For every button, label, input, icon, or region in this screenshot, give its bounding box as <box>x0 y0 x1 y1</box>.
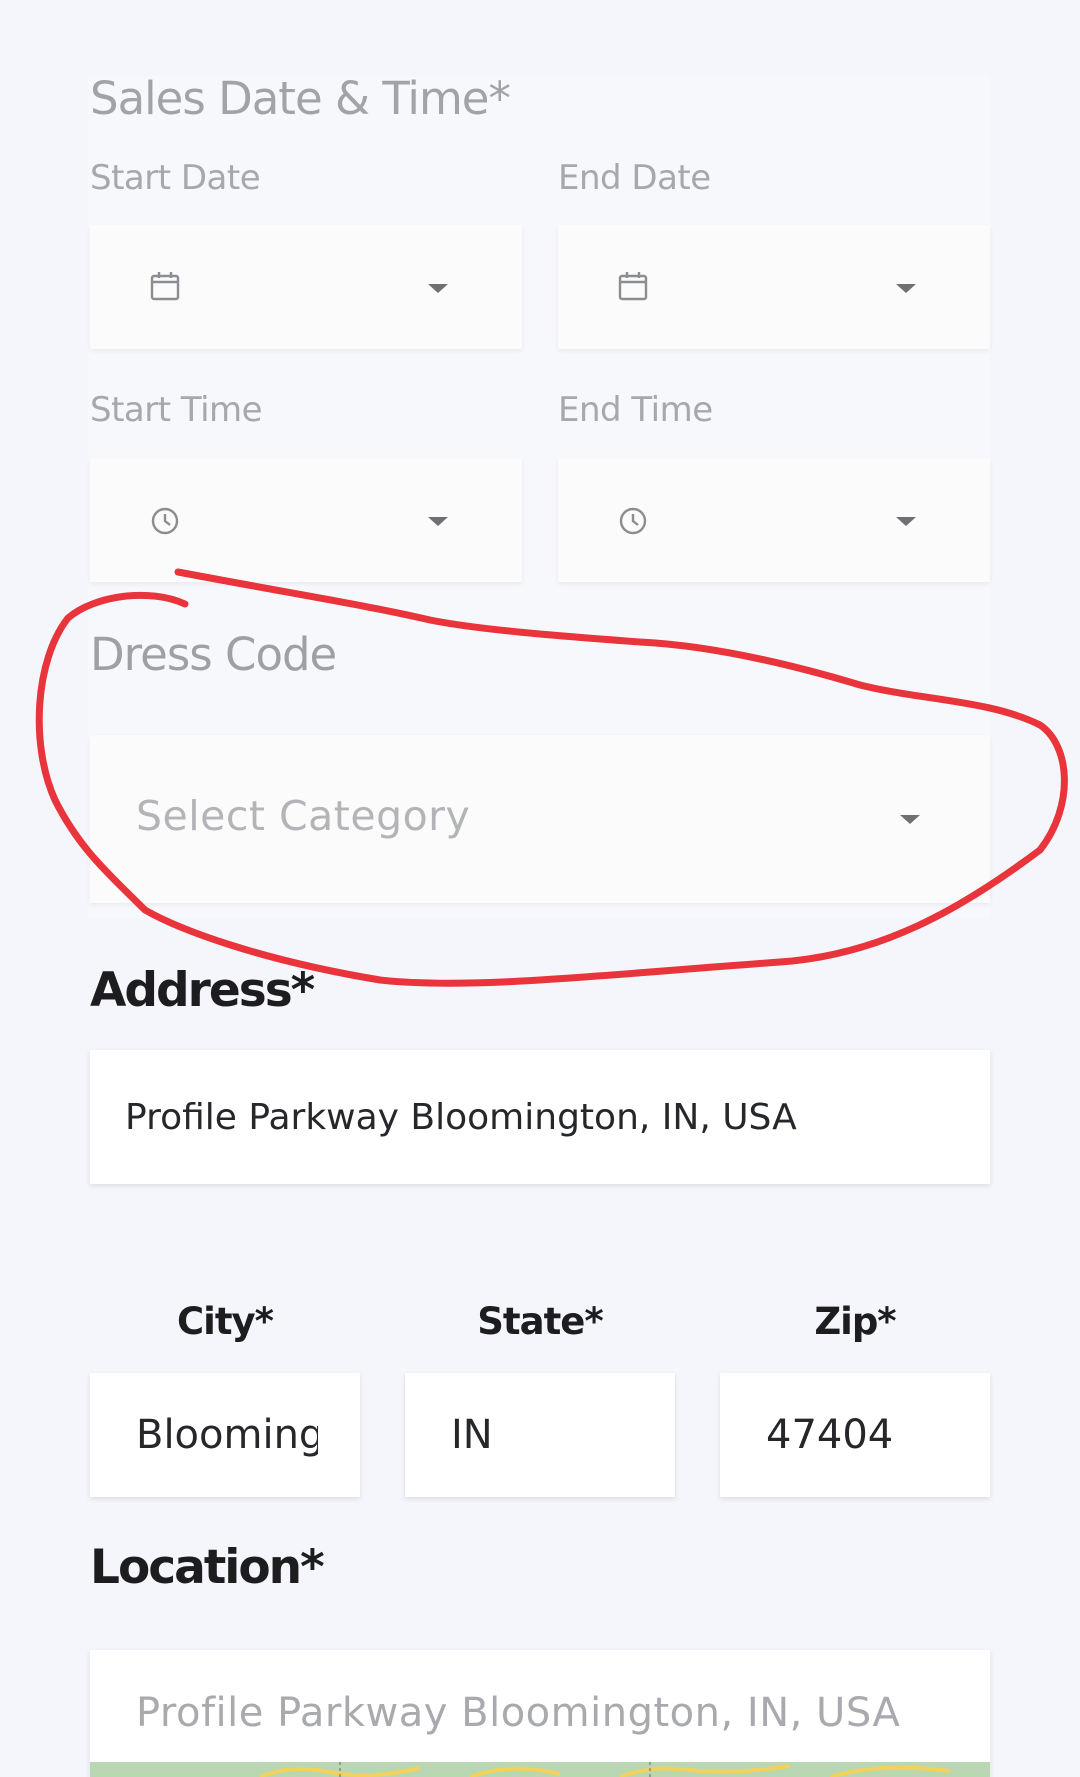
red-annotation-circle <box>35 568 1068 987</box>
